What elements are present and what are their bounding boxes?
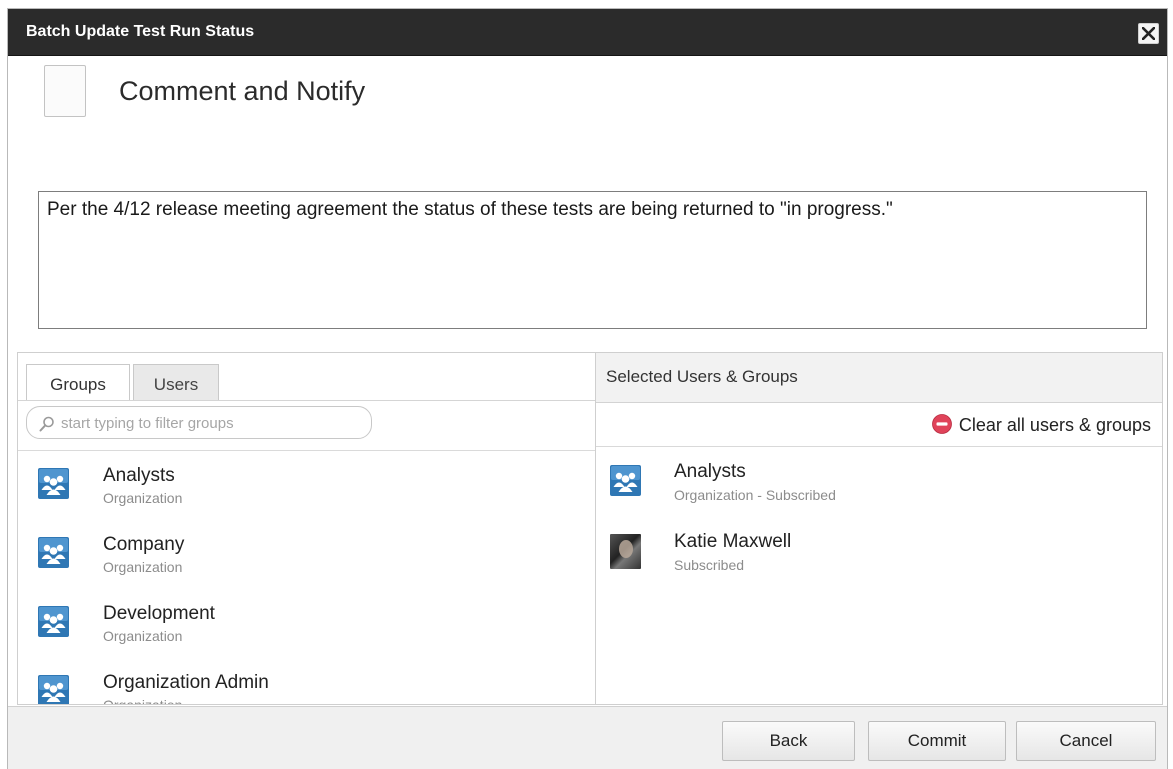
selected-header: Selected Users & Groups [596,353,1162,403]
tabs-divider [18,400,595,401]
back-button[interactable]: Back [722,721,855,761]
selected-item-katie-maxwell[interactable]: Katie Maxwell Subscribed [596,518,1162,588]
tab-groups[interactable]: Groups [26,364,130,401]
selected-name: Analysts [674,461,746,482]
close-button[interactable] [1138,23,1159,44]
selected-heading: Selected Users & Groups [606,367,798,386]
item-type: Organization [103,628,183,644]
dialog-titlebar: Batch Update Test Run Status [8,9,1167,56]
groups-users-panel: Groups Users Analysts Orga [17,352,595,705]
group-icon [610,465,641,496]
selected-panel: Selected Users & Groups Clear all users … [595,352,1163,705]
list-item-development[interactable]: Development Organization [18,589,595,658]
comment-notify-heading: Comment and Notify [119,76,366,106]
dialog-footer: Back Commit Cancel [8,706,1167,769]
list-item-organization-admin[interactable]: Organization Admin Organization [18,658,595,705]
notify-checkbox[interactable] [44,65,86,117]
filter-field[interactable] [26,406,372,439]
clear-row: Clear all users & groups [596,404,1162,447]
clear-all-label: Clear all users & groups [958,415,1151,435]
selected-list: Analysts Organization - Subscribed Katie… [596,448,1162,588]
clear-all-link[interactable]: Clear all users & groups [932,414,1151,436]
selected-sub: Subscribed [674,557,745,573]
dialog-title: Batch Update Test Run Status [26,23,255,40]
list-item-company[interactable]: Company Organization [18,520,595,589]
selected-sub: Organization - Subscribed [674,487,836,503]
item-name: Development [103,603,215,624]
selected-name: Katie Maxwell [674,531,792,552]
filter-groups-input[interactable] [61,412,361,434]
item-name: Analysts [103,465,175,486]
cancel-button[interactable]: Cancel [1016,721,1156,761]
close-x-icon [1142,27,1155,40]
comment-textarea[interactable]: Per the 4/12 release meeting agreement t… [38,191,1147,329]
minus-circle-icon [932,414,952,434]
item-type: Organization [103,490,183,506]
group-icon [38,468,69,499]
tab-users[interactable]: Users [133,364,219,400]
group-icon [38,537,69,568]
list-item-analysts[interactable]: Analysts Organization [18,451,595,520]
group-icon [38,606,69,637]
groups-list: Analysts Organization Company Organizati… [18,451,595,705]
item-name: Company [103,534,185,555]
selected-item-analysts[interactable]: Analysts Organization - Subscribed [596,448,1162,518]
item-type: Organization [103,559,183,575]
search-icon [39,416,54,432]
item-type: Organization [103,697,183,705]
group-icon [38,675,69,704]
batch-update-dialog: Batch Update Test Run Status Comment and… [7,8,1168,769]
item-name: Organization Admin [103,672,269,693]
commit-button[interactable]: Commit [868,721,1006,761]
avatar [610,534,641,569]
